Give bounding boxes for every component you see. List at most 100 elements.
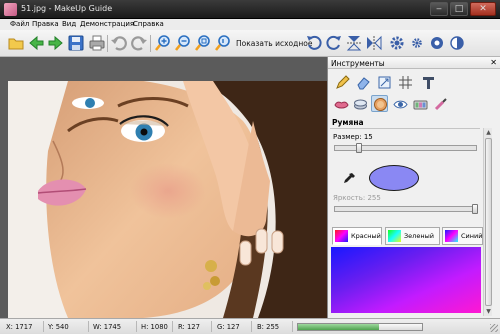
rotate-right-icon xyxy=(326,35,341,50)
menu-demo[interactable]: Демонстрация xyxy=(80,20,134,28)
minimize-button[interactable]: ‒ xyxy=(430,2,448,16)
image-canvas[interactable] xyxy=(0,57,327,318)
printer-icon xyxy=(89,35,105,51)
status-x: X: 1717 xyxy=(6,323,33,331)
color-balance-button[interactable] xyxy=(428,34,446,52)
lipstick-tool[interactable] xyxy=(333,96,350,113)
window-title: 51.jpg - MakeUp Guide xyxy=(21,4,113,13)
menu-bar: Файл Правка Вид Демонстрация Справка xyxy=(0,19,500,30)
tools-panel-close-icon[interactable]: ✕ xyxy=(490,58,497,67)
resize-icon xyxy=(378,76,391,89)
status-height: H: 1080 xyxy=(141,323,168,331)
settings-button[interactable] xyxy=(388,34,406,52)
floppy-disk-icon xyxy=(68,35,84,51)
face-photo-image xyxy=(8,81,327,318)
photo-preview[interactable] xyxy=(8,81,327,318)
zoom-out-button[interactable] xyxy=(174,34,192,52)
zoom-fit-button[interactable] xyxy=(194,34,212,52)
rotate-left-icon xyxy=(307,35,322,50)
menu-help[interactable]: Справка xyxy=(133,20,164,28)
menu-edit[interactable]: Правка xyxy=(32,20,59,28)
eraser-tool[interactable] xyxy=(355,74,372,91)
back-button[interactable] xyxy=(27,34,45,52)
size-slider[interactable] xyxy=(334,143,477,153)
redo-button[interactable] xyxy=(130,34,148,52)
eye-icon xyxy=(393,100,408,109)
zoom-fit-icon xyxy=(194,35,210,51)
brightness-slider-thumb[interactable] xyxy=(472,204,478,214)
foundation-tool[interactable] xyxy=(352,96,369,113)
lips-icon xyxy=(334,101,349,109)
tab-blue-label: Синий xyxy=(461,232,483,240)
menu-view[interactable]: Вид xyxy=(62,20,76,28)
scrollbar-thumb[interactable] xyxy=(485,138,492,306)
section-title: Румяна xyxy=(332,118,364,127)
show-original-button[interactable]: Показать исходное xyxy=(236,39,312,48)
forward-button[interactable] xyxy=(47,34,65,52)
toolbar: Показать исходное xyxy=(0,30,500,57)
flip-horizontal-icon xyxy=(367,35,382,51)
rotate-left-button[interactable] xyxy=(305,34,323,52)
color-picker-button[interactable] xyxy=(343,172,356,186)
eyeshadow-tool[interactable] xyxy=(412,96,429,113)
zoom-in-icon xyxy=(154,35,170,51)
grid-tool[interactable] xyxy=(397,74,414,91)
status-separator xyxy=(251,321,252,332)
zoom-in-button[interactable] xyxy=(154,34,172,52)
blush-tool[interactable] xyxy=(371,95,388,112)
maximize-button[interactable]: □ xyxy=(450,2,468,16)
rotate-right-button[interactable] xyxy=(325,34,343,52)
eye-tool[interactable] xyxy=(392,96,409,113)
small-settings-button[interactable] xyxy=(408,34,426,52)
tools-panel: Инструменты ✕ Румяна Размер: 15 Яркость:… xyxy=(327,57,500,318)
text-icon xyxy=(423,77,434,89)
tools-panel-header: Инструменты ✕ xyxy=(328,57,500,69)
section-divider xyxy=(330,128,480,129)
status-r: R: 127 xyxy=(178,323,200,331)
status-progress-bar xyxy=(297,323,423,331)
open-folder-button[interactable] xyxy=(7,34,25,52)
tab-blue[interactable]: Синий xyxy=(442,227,483,245)
status-progress-fill xyxy=(298,324,379,330)
color-balance-icon xyxy=(431,37,443,49)
scroll-down-icon[interactable]: ▼ xyxy=(485,308,492,315)
blush-icon xyxy=(374,98,387,111)
brush-color-preview xyxy=(369,165,419,191)
flip-vertical-button[interactable] xyxy=(345,34,363,52)
arrow-right-icon xyxy=(48,35,63,51)
flip-horizontal-button[interactable] xyxy=(365,34,383,52)
mascara-tool[interactable] xyxy=(432,96,449,113)
tab-green-label: Зеленый xyxy=(404,232,434,240)
zoom-actual-button[interactable] xyxy=(214,34,232,52)
resize-grip-icon[interactable] xyxy=(490,324,498,332)
tools-panel-title: Инструменты xyxy=(331,59,385,68)
title-bar: 51.jpg - MakeUp Guide ‒ □ ✕ xyxy=(0,0,500,19)
brightness-slider[interactable] xyxy=(334,204,478,214)
contrast-button[interactable] xyxy=(448,34,466,52)
close-button[interactable]: ✕ xyxy=(470,2,496,16)
text-tool[interactable] xyxy=(420,74,437,91)
tab-red[interactable]: Красный xyxy=(332,227,382,245)
save-button[interactable] xyxy=(67,34,85,52)
status-separator xyxy=(136,321,137,332)
status-separator xyxy=(211,321,212,332)
size-slider-thumb[interactable] xyxy=(356,143,362,153)
status-b: B: 255 xyxy=(257,323,280,331)
redo-icon xyxy=(131,36,147,51)
eyeshadow-palette-icon xyxy=(413,100,428,110)
resize-tool[interactable] xyxy=(376,74,393,91)
tab-green[interactable]: Зеленый xyxy=(385,227,440,245)
status-separator xyxy=(172,321,173,332)
tools-panel-scrollbar[interactable]: ▲ ▼ xyxy=(483,128,492,316)
pencil-tool[interactable] xyxy=(334,74,351,91)
undo-button[interactable] xyxy=(110,34,128,52)
contrast-icon xyxy=(450,36,464,50)
color-gradient-picker[interactable] xyxy=(331,247,481,313)
status-separator xyxy=(88,321,89,332)
flip-vertical-icon xyxy=(346,36,362,51)
pencil-icon xyxy=(336,75,350,89)
scroll-up-icon[interactable]: ▲ xyxy=(485,129,492,136)
brightness-label: Яркость: 255 xyxy=(333,194,381,202)
print-button[interactable] xyxy=(88,34,106,52)
menu-file[interactable]: Файл xyxy=(10,20,29,28)
